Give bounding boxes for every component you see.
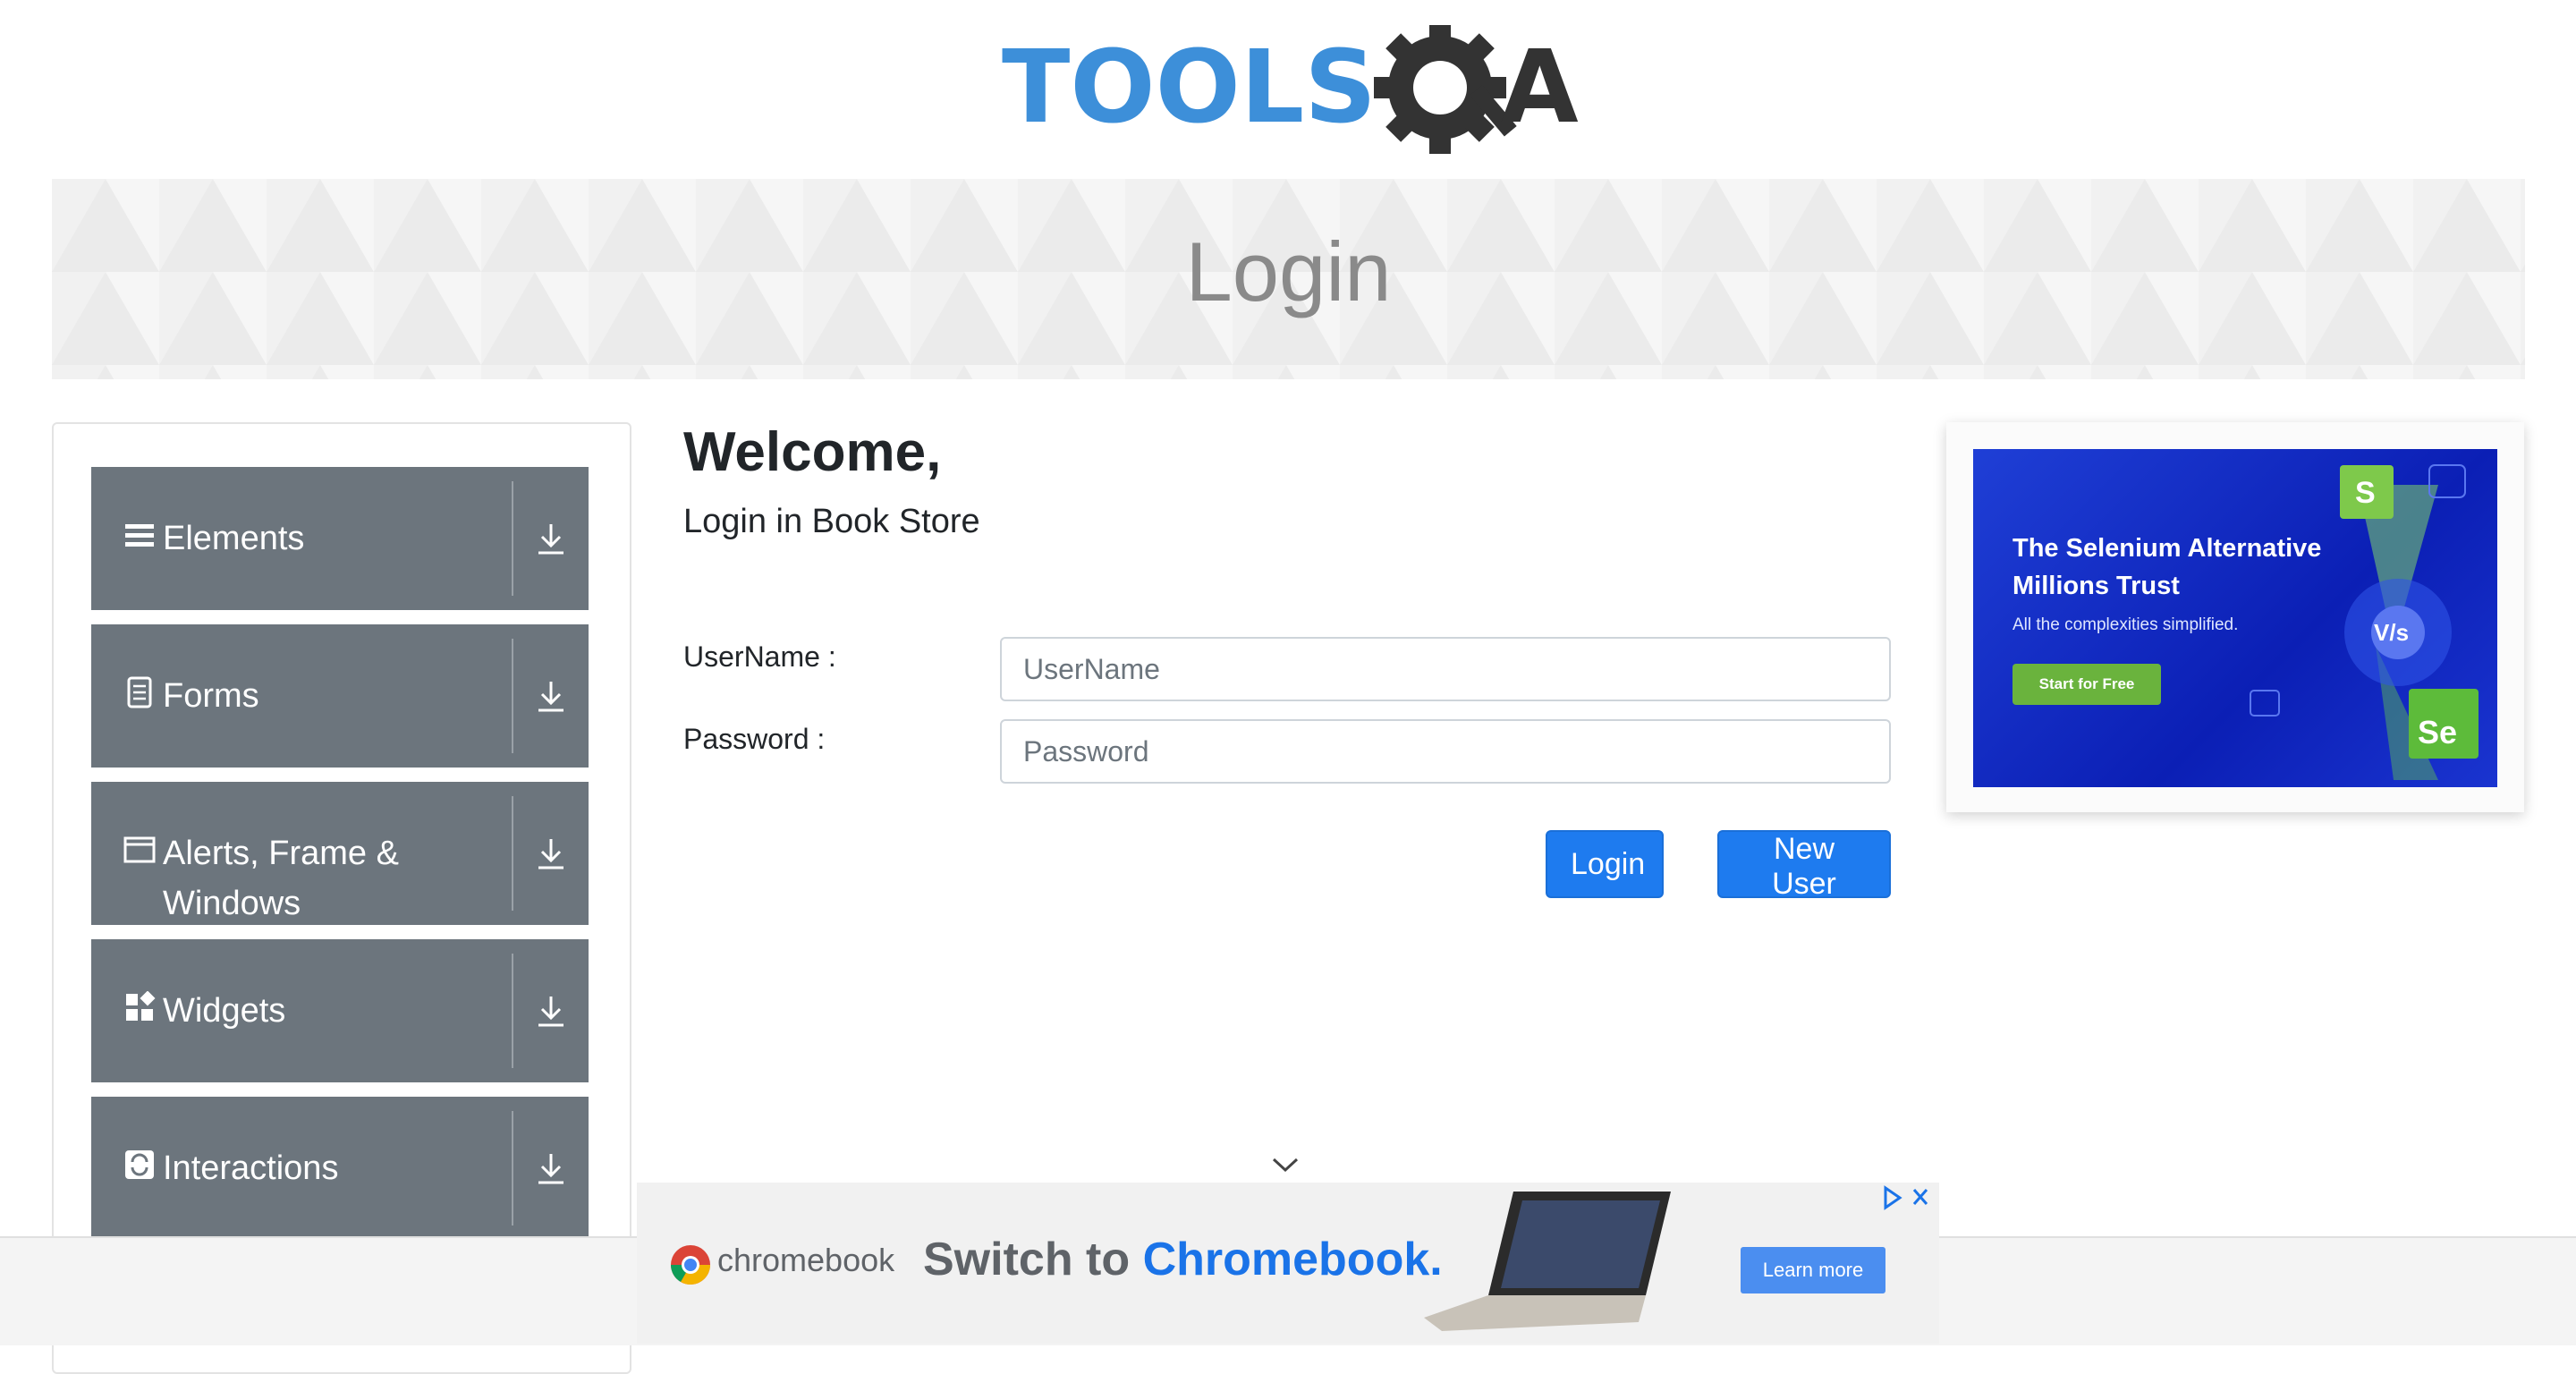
headline-highlight: Chromebook. [1142, 1234, 1443, 1285]
sidebar-group-label: Forms [163, 677, 259, 715]
divider [512, 481, 513, 596]
password-input[interactable] [1000, 719, 1891, 784]
ad-choices-icon[interactable] [1880, 1184, 1934, 1211]
bottom-ad-headline: Switch to Chromebook. [923, 1233, 1443, 1286]
chrome-logo-icon [671, 1245, 710, 1285]
sidebar-group-label: Widgets [163, 992, 286, 1030]
new-user-button[interactable]: New User [1717, 830, 1891, 901]
sidebar-group-label: Elements [163, 520, 305, 557]
download-arrow-icon[interactable] [533, 521, 569, 556]
gear-magnifier-icon [1374, 21, 1517, 154]
s-badge-label: S [2355, 476, 2376, 510]
divider [512, 639, 513, 753]
divider [512, 796, 513, 911]
download-arrow-icon[interactable] [533, 678, 569, 714]
widgets-icon [126, 991, 156, 1021]
vs-label: V/s [2374, 619, 2410, 646]
laptop-image [1424, 1192, 1671, 1331]
side-ad[interactable]: The Selenium Alternative Millions Trust … [1973, 449, 2497, 787]
start-for-free-button[interactable]: Start for Free [2012, 664, 2161, 705]
learn-more-button[interactable]: Learn more [1741, 1247, 1885, 1293]
welcome-heading: Welcome, [683, 421, 942, 483]
page-title: Login [1185, 225, 1392, 318]
sidebar-group-elements[interactable]: Elements [91, 467, 589, 610]
chevron-down-icon[interactable] [1270, 1154, 1301, 1175]
divider [512, 1111, 513, 1226]
headline-prefix: Switch to [923, 1234, 1143, 1285]
download-arrow-icon[interactable] [533, 993, 569, 1029]
download-arrow-icon[interactable] [533, 1150, 569, 1186]
logo-text-end: A [1501, 30, 1579, 146]
menu-lines-icon [125, 524, 154, 547]
download-arrow-icon[interactable] [533, 835, 569, 871]
window-icon [123, 836, 156, 863]
refresh-icon [125, 1150, 154, 1179]
page-banner: Login [52, 179, 2525, 379]
sidebar: Elements Forms Alerts, Frame & Windows W… [52, 422, 631, 1374]
chromebook-brand: chromebook [717, 1242, 895, 1278]
username-input[interactable] [1000, 637, 1891, 701]
login-button[interactable]: Login [1546, 830, 1664, 898]
logo-text-main: TOOLS [1002, 30, 1377, 146]
login-subtitle: Login in Book Store [683, 503, 980, 540]
toolsqa-logo[interactable]: TOOLS A [1002, 21, 1583, 168]
sidebar-group-widgets[interactable]: Widgets [91, 939, 589, 1082]
sidebar-group-alerts[interactable]: Alerts, Frame & Windows [91, 782, 589, 925]
sidebar-group-interactions[interactable]: Interactions [91, 1097, 589, 1240]
divider [512, 954, 513, 1068]
password-label: Password : [683, 723, 826, 755]
document-icon [127, 676, 152, 708]
side-ad-subtitle: All the complexities simplified. [2012, 615, 2239, 634]
username-label: UserName : [683, 640, 836, 673]
bottom-ad[interactable]: chromebook Switch to Chromebook. Learn m… [637, 1183, 1939, 1344]
se-badge-label: Se [2418, 714, 2458, 751]
sidebar-group-forms[interactable]: Forms [91, 624, 589, 768]
sidebar-group-label: Interactions [163, 1149, 339, 1187]
sidebar-group-label: Alerts, Frame & Windows [163, 835, 399, 922]
side-ad-title: The Selenium Alternative Millions Trust [2012, 534, 2322, 600]
